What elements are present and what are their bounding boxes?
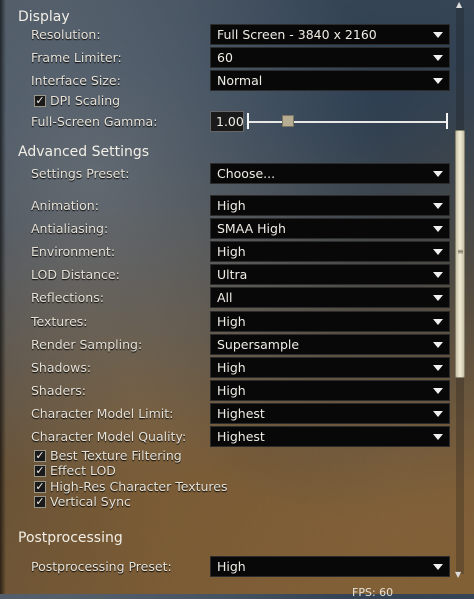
- lod-distance-label: LOD Distance:: [31, 267, 120, 282]
- reflections-value: All: [217, 290, 233, 305]
- vertical-sync-checkbox[interactable]: ✓: [34, 496, 46, 508]
- panel-shadow: [0, 0, 6, 594]
- chevron-down-icon: [433, 171, 443, 177]
- lod-distance-value: Ultra: [217, 267, 248, 282]
- frame-limiter-label: Frame Limiter:: [31, 50, 122, 65]
- frame-limiter-dropdown[interactable]: 60: [210, 47, 450, 68]
- gamma-slider-min-tick: [247, 113, 249, 129]
- interface-size-dropdown[interactable]: Normal: [210, 70, 450, 91]
- chevron-down-icon: [433, 411, 443, 417]
- char-model-quality-dropdown[interactable]: Highest: [210, 426, 450, 447]
- dpi-scaling-checkbox[interactable]: ✓: [34, 95, 46, 107]
- gamma-slider-max-tick: [446, 113, 448, 129]
- render-sampling-dropdown[interactable]: Supersample: [210, 334, 450, 355]
- shaders-value: High: [217, 383, 246, 398]
- settings-preset-dropdown[interactable]: Choose...: [210, 163, 450, 184]
- resolution-dropdown[interactable]: Full Screen - 3840 x 2160: [210, 24, 450, 45]
- chevron-down-icon: [433, 365, 443, 371]
- settings-preset-value: Choose...: [217, 166, 276, 181]
- postprocessing-preset-value: High: [217, 559, 246, 574]
- animation-label: Animation:: [31, 198, 99, 213]
- shadows-value: High: [217, 360, 246, 375]
- scroll-grip-icon: ≡: [457, 247, 464, 256]
- chevron-down-icon: [433, 319, 443, 325]
- chevron-down-icon: [433, 55, 443, 61]
- shaders-dropdown[interactable]: High: [210, 380, 450, 401]
- best-texture-filtering-label: Best Texture Filtering: [50, 448, 182, 463]
- frame-limiter-value: 60: [217, 50, 233, 65]
- resolution-label: Resolution:: [31, 27, 101, 42]
- reflections-label: Reflections:: [31, 290, 104, 305]
- textures-dropdown[interactable]: High: [210, 311, 450, 332]
- lod-distance-dropdown[interactable]: Ultra: [210, 264, 450, 285]
- chevron-down-icon: [433, 295, 443, 301]
- settings-preset-label: Settings Preset:: [31, 166, 130, 181]
- postprocessing-preset-dropdown[interactable]: High: [210, 556, 450, 577]
- section-postprocessing-header: Postprocessing: [18, 530, 123, 546]
- textures-value: High: [217, 314, 246, 329]
- scroll-up-arrow-icon[interactable]: ▲: [456, 0, 464, 9]
- section-display-header: Display: [18, 9, 70, 25]
- render-sampling-label: Render Sampling:: [31, 337, 143, 352]
- graphics-options-panel: Display Resolution: Full Screen - 3840 x…: [0, 0, 474, 599]
- gamma-slider-thumb[interactable]: [282, 115, 295, 127]
- shadows-label: Shadows:: [31, 360, 92, 375]
- resolution-value: Full Screen - 3840 x 2160: [217, 27, 377, 42]
- chevron-down-icon: [433, 434, 443, 440]
- char-model-quality-label: Character Model Quality:: [31, 429, 187, 444]
- fps-counter: FPS: 60: [352, 586, 394, 599]
- render-sampling-value: Supersample: [217, 337, 300, 352]
- environment-dropdown[interactable]: High: [210, 241, 450, 262]
- shadows-dropdown[interactable]: High: [210, 357, 450, 378]
- reflections-dropdown[interactable]: All: [210, 287, 450, 308]
- textures-label: Textures:: [31, 314, 88, 329]
- antialiasing-dropdown[interactable]: SMAA High: [210, 218, 450, 239]
- animation-value: High: [217, 198, 246, 213]
- chevron-down-icon: [433, 342, 443, 348]
- chevron-down-icon: [433, 78, 443, 84]
- gamma-value-field[interactable]: 1.00: [210, 111, 244, 132]
- chevron-down-icon: [433, 272, 443, 278]
- char-model-quality-value: Highest: [217, 429, 265, 444]
- chevron-down-icon: [433, 388, 443, 394]
- scroll-down-arrow-icon[interactable]: ▼: [455, 570, 461, 579]
- section-advanced-header: Advanced Settings: [18, 144, 150, 160]
- effect-lod-checkbox[interactable]: ✓: [34, 465, 46, 477]
- environment-label: Environment:: [31, 244, 116, 259]
- environment-value: High: [217, 244, 246, 259]
- animation-dropdown[interactable]: High: [210, 195, 450, 216]
- highres-char-textures-checkbox[interactable]: ✓: [34, 481, 46, 493]
- best-texture-filtering-checkbox[interactable]: ✓: [34, 450, 46, 462]
- char-model-limit-value: Highest: [217, 406, 265, 421]
- chevron-down-icon: [433, 203, 443, 209]
- highres-char-textures-label: High-Res Character Textures: [50, 479, 228, 494]
- effect-lod-label: Effect LOD: [50, 463, 116, 478]
- char-model-limit-dropdown[interactable]: Highest: [210, 403, 450, 424]
- chevron-down-icon: [433, 564, 443, 570]
- chevron-down-icon: [433, 32, 443, 38]
- interface-size-label: Interface Size:: [31, 73, 121, 88]
- interface-size-value: Normal: [217, 73, 263, 88]
- shaders-label: Shaders:: [31, 383, 87, 398]
- gamma-label: Full-Screen Gamma:: [31, 114, 158, 129]
- antialiasing-label: Antialiasing:: [31, 221, 109, 236]
- char-model-limit-label: Character Model Limit:: [31, 406, 174, 421]
- chevron-down-icon: [433, 226, 443, 232]
- postprocessing-preset-label: Postprocessing Preset:: [31, 559, 172, 574]
- antialiasing-value: SMAA High: [217, 221, 286, 236]
- vertical-sync-label: Vertical Sync: [50, 494, 131, 509]
- dpi-scaling-label: DPI Scaling: [50, 93, 121, 108]
- chevron-down-icon: [433, 249, 443, 255]
- gamma-slider-track[interactable]: [248, 121, 448, 123]
